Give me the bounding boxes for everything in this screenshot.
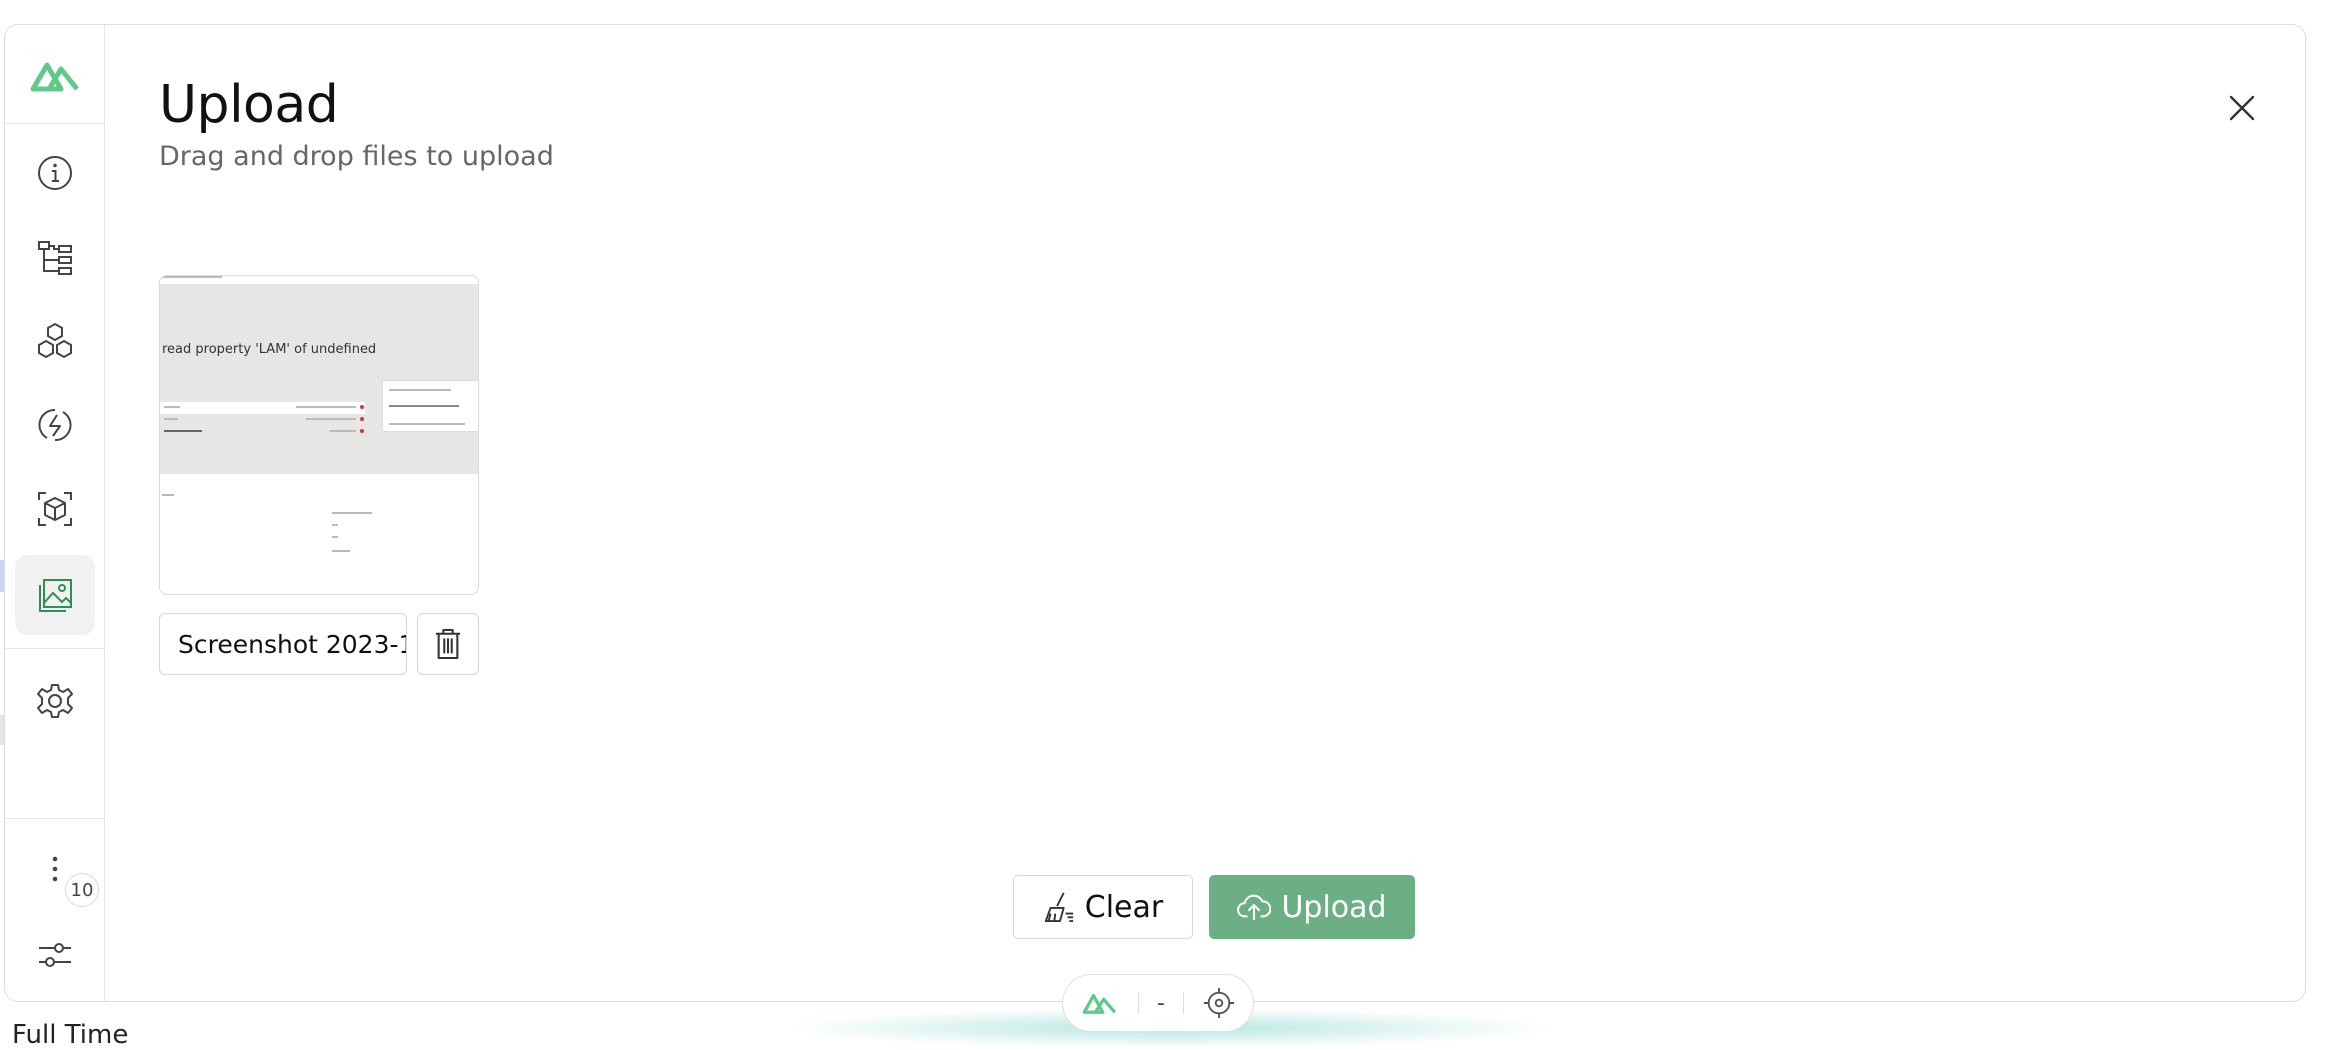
- thumbnail-line: [164, 430, 202, 432]
- sidebar: 10: [5, 25, 105, 1001]
- upload-dialog: 10 Upload Drag and drop files to upload …: [4, 24, 2306, 1002]
- thumbnail-line: [332, 550, 350, 552]
- thumbnail-line: [162, 276, 222, 278]
- dialog-title: Upload: [159, 75, 339, 135]
- thumbnail-card: [382, 380, 478, 432]
- upload-button[interactable]: Upload: [1209, 875, 1415, 939]
- info-icon[interactable]: [15, 133, 95, 213]
- background-full-time-text: Full Time: [12, 1020, 129, 1050]
- cube-icon[interactable]: [15, 469, 95, 549]
- thumbnail-dot: [360, 417, 364, 421]
- sidebar-divider: [5, 648, 105, 649]
- image-icon[interactable]: [15, 555, 95, 635]
- thumbnail-line: [164, 418, 178, 420]
- thumbnail-line: [332, 524, 338, 526]
- thumbnail-line: [306, 418, 356, 420]
- notification-badge: 10: [65, 873, 99, 907]
- broom-icon: [1044, 892, 1073, 923]
- dialog-subtitle: Drag and drop files to upload: [159, 141, 554, 172]
- thumbnail-line: [296, 406, 356, 408]
- thumbnail-line: [162, 494, 174, 496]
- clear-label: Clear: [1084, 889, 1164, 925]
- thumbnail-dot: [360, 429, 364, 433]
- sidebar-divider: [5, 818, 105, 819]
- crosshair-icon[interactable]: [1203, 987, 1235, 1019]
- thumbnail-row: [160, 402, 365, 414]
- bolt-icon[interactable]: [15, 385, 95, 465]
- logo-icon[interactable]: [1081, 990, 1119, 1016]
- file-name-field[interactable]: Screenshot 2023-1: [159, 613, 407, 675]
- tree-icon[interactable]: [15, 217, 95, 297]
- thumbnail-preview: read property 'LAM' of undefined: [160, 284, 478, 474]
- thumbnail-line: [332, 512, 372, 514]
- thumbnail-line: [389, 423, 465, 425]
- close-button[interactable]: [2215, 81, 2269, 135]
- thumbnail-line: [389, 405, 459, 407]
- components-icon[interactable]: [15, 301, 95, 381]
- trash-icon: [435, 628, 461, 660]
- thumbnail-error-text: read property 'LAM' of undefined: [162, 342, 377, 357]
- footer-toolbar: -: [1062, 974, 1254, 1032]
- thumbnail-line: [164, 406, 180, 408]
- sliders-icon[interactable]: [15, 915, 95, 995]
- footer-divider: [1137, 992, 1139, 1014]
- thumbnail-dot: [360, 405, 364, 409]
- thumbnail-line: [332, 536, 338, 538]
- sidebar-divider: [5, 123, 105, 124]
- close-icon: [2229, 95, 2255, 121]
- clear-button[interactable]: Clear: [1013, 875, 1193, 939]
- footer-divider: [1183, 992, 1185, 1014]
- delete-file-button[interactable]: [417, 613, 479, 675]
- logo-icon[interactable]: [15, 35, 95, 115]
- upload-label: Upload: [1281, 889, 1387, 925]
- file-thumbnail[interactable]: read property 'LAM' of undefined: [159, 275, 479, 595]
- settings-icon[interactable]: [15, 661, 95, 741]
- footer-status: -: [1156, 990, 1165, 1016]
- thumbnail-line: [389, 389, 451, 391]
- thumbnail-line: [330, 430, 356, 432]
- cloud-upload-icon: [1237, 894, 1272, 921]
